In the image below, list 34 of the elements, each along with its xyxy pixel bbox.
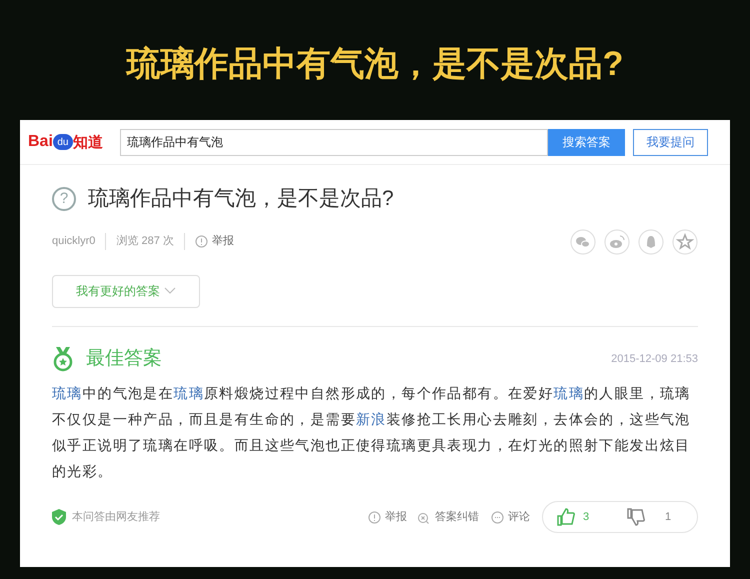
username[interactable]: quicklyr0 [52,233,106,250]
comment-icon [491,510,504,524]
chat-bubbles-icon[interactable] [570,228,596,254]
search-field[interactable]: 琉璃作品中有气泡 [120,128,548,156]
answer-time: 2015-12-09 21:53 [611,352,698,366]
report-link[interactable]: 举报 [212,233,234,250]
report-link[interactable]: 举报 [385,508,417,526]
better-answer-button[interactable]: 我有更好的答案 [52,274,200,308]
dislike-count: 1 [665,510,672,525]
question-title: 琉璃作品中有气泡，是不是次品? [88,186,394,212]
thumbs-down-icon[interactable] [627,508,645,526]
ask-question-button[interactable]: 我要提问 [633,128,708,156]
view-count: 浏览 287 次 [106,233,185,250]
magnifier-icon [417,510,431,524]
keyword-link[interactable]: 琉璃 [554,386,584,402]
logo[interactable]: Bai du 知道 [28,130,112,154]
answer-text: 琉璃中的气泡是在琉璃原料煅烧过程中自然形成的，每个作品都有。在爱好琉璃的人眼里，琉璃不仅仅是一种产品，而且是有生命的，是需要新浪装修抢工长用心去雕刻，去体会的，这些气泡似乎正说明了琉璃在呼吸。而且这些气泡也正使得琉璃更具表现力，在灯光的照射下能发出炫目的光彩。 [52,385,692,482]
help-icon: ? [52,186,76,211]
comment-link[interactable]: 评论 [508,508,542,526]
like-count: 3 [583,510,590,525]
thumbs-up-icon[interactable] [557,508,575,526]
chevron-down-icon [164,287,176,295]
correct-answer-link[interactable]: 答案纠错 [435,508,491,526]
headline: 琉璃作品中有气泡，是不是次品? [126,44,624,84]
shield-check-icon [52,509,66,525]
medal-icon [52,346,74,372]
search-button[interactable]: 搜索答案 [548,128,625,156]
warning-icon [194,235,208,248]
keyword-link[interactable]: 琉璃 [174,386,204,402]
warning-icon [368,510,381,524]
recommend-note: 本问答由网友推荐 [72,510,160,525]
keyword-link[interactable]: 琉璃 [52,386,82,402]
best-answer-title: 最佳答案 [86,346,162,370]
keyword-link[interactable]: 新浪 [356,412,386,428]
